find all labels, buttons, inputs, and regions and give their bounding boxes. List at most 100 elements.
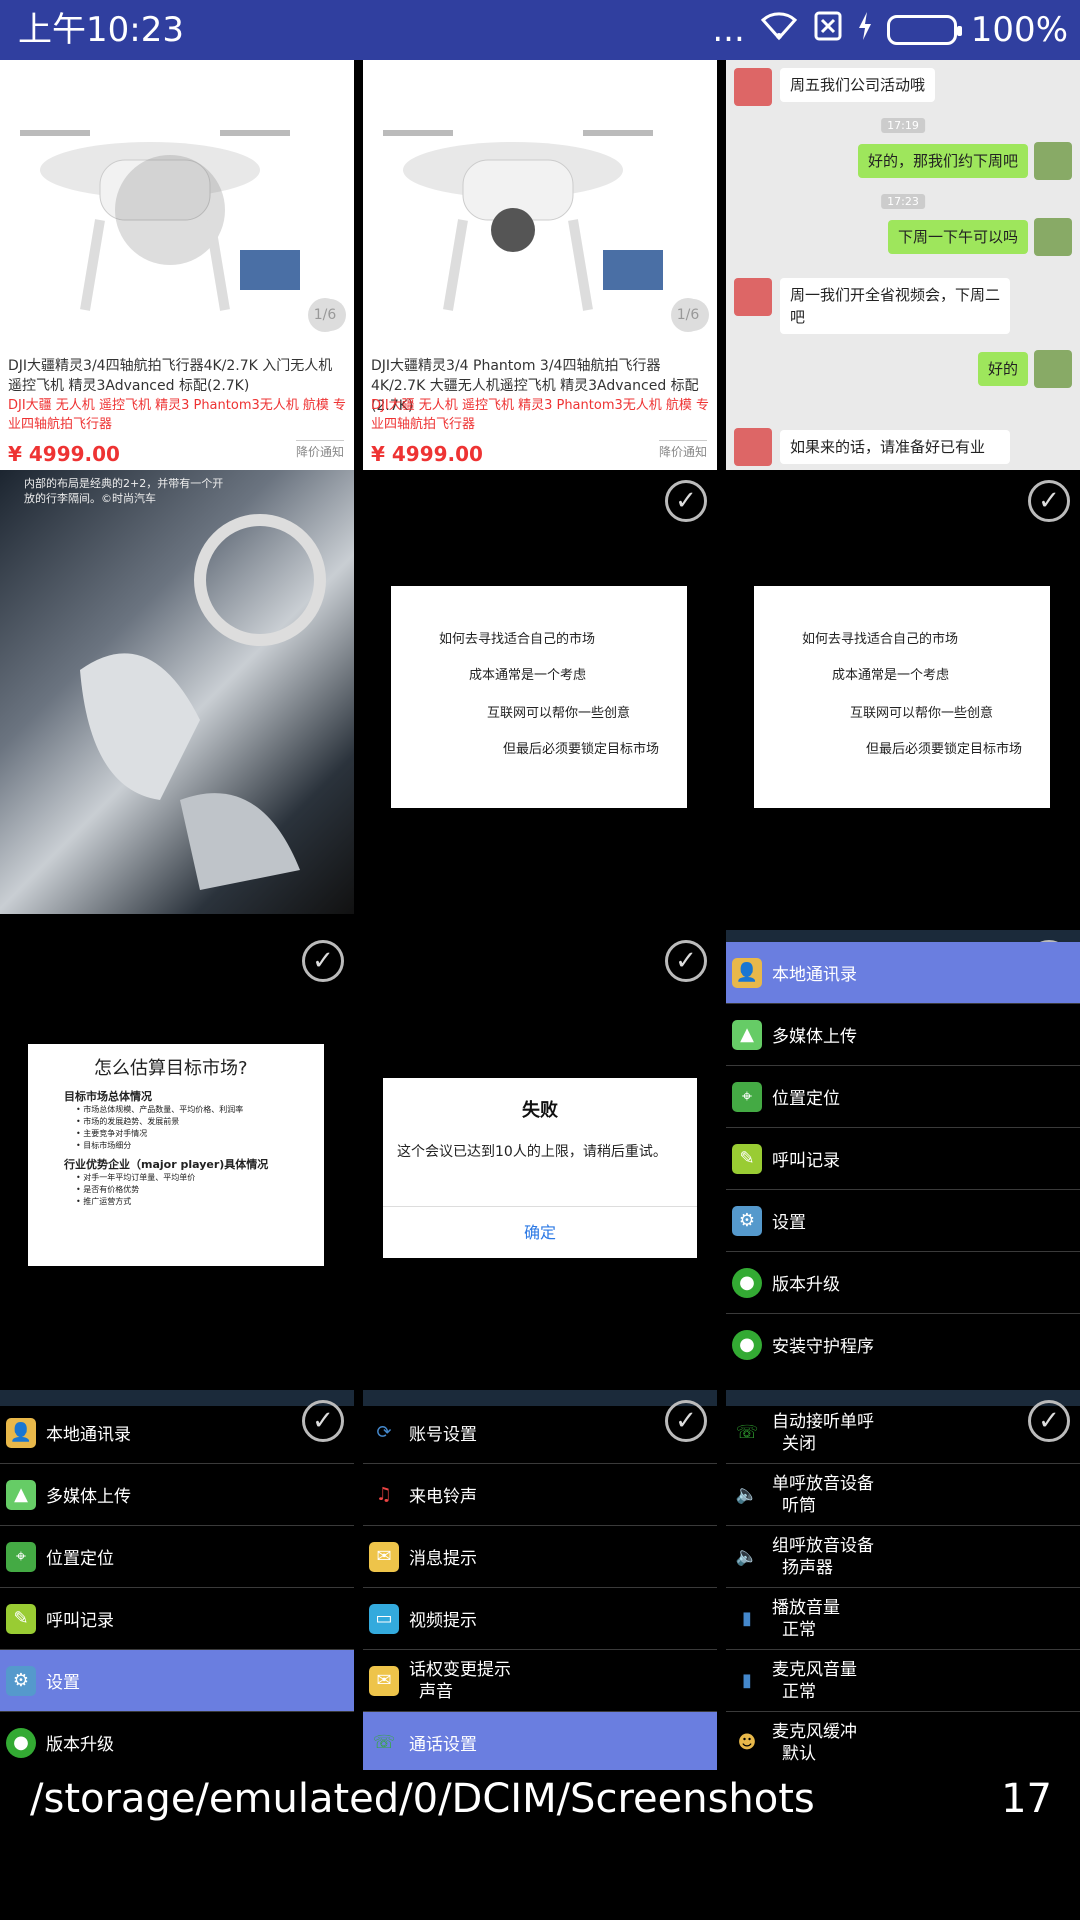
- menu-item-upgrade[interactable]: ● 版本升级: [0, 1712, 354, 1770]
- call-log-icon: ✎: [6, 1603, 36, 1634]
- menu-label: 版本升级: [772, 1275, 840, 1295]
- chat-timestamp: 17:23: [881, 194, 925, 209]
- setting-value: 正常: [782, 1681, 816, 1702]
- thumbnail-dialog[interactable]: ✓ 失败 这个会议已达到10人的上限，请稍后重试。 确定: [363, 930, 717, 1374]
- thumbnail-menu-4[interactable]: ✓ ☏ 自动接听单呼 关闭 🔈 单呼放音设备 听筒 🔈 组呼放音设备 扬声器 ▮ 播放音量 正常…: [726, 1390, 1080, 1770]
- image-count: 17: [1001, 1776, 1052, 1822]
- menu-label: 设置: [772, 1213, 806, 1233]
- thumbnail-slide-1[interactable]: ✓ 如何去寻找适合自己的市场 成本通常是一个考虑 互联网可以帮你一些创意 但最后…: [363, 470, 717, 914]
- menu-item-contacts[interactable]: 👤 本地通讯录: [726, 942, 1080, 1004]
- globe-icon: ●: [732, 1329, 762, 1360]
- setting-label: 麦克风音量: [772, 1659, 857, 1680]
- setting-playback-volume[interactable]: ▮ 播放音量 正常: [726, 1588, 1080, 1650]
- chat-message: 好的: [977, 352, 1028, 386]
- drone-image: [363, 60, 717, 350]
- setting-label: 单呼放音设备: [772, 1473, 874, 1494]
- setting-single-call-output[interactable]: 🔈 单呼放音设备 听筒: [726, 1464, 1080, 1526]
- menu-item-contacts[interactable]: 👤 本地通讯录: [0, 1402, 354, 1464]
- volume-bars-icon: ▮: [742, 1670, 752, 1691]
- menu-item-location[interactable]: ⌖ 位置定位: [0, 1526, 354, 1588]
- avatar: [1034, 142, 1072, 180]
- slide-content: 如何去寻找适合自己的市场 成本通常是一个考虑 互联网可以帮你一些创意 但最后必须…: [754, 586, 1050, 808]
- menu-item-location[interactable]: ⌖ 位置定位: [726, 1066, 1080, 1128]
- select-check-icon[interactable]: ✓: [665, 940, 707, 982]
- menu-item-account[interactable]: ⟳ 账号设置: [363, 1402, 717, 1464]
- thumbnail-menu-3[interactable]: ✓ ⟳ 账号设置 ♫ 来电铃声 ✉ 消息提示 ▭ 视频提示 ✉ 话权变更提示 声音 ☏ 通话设…: [363, 1390, 717, 1770]
- slide-bullet: • 对手一年平均订单量、平均单价: [76, 1173, 196, 1182]
- menu-item-settings[interactable]: ⚙ 设置: [0, 1650, 354, 1712]
- avatar: [734, 68, 772, 106]
- thumbnail-car-interior[interactable]: 内部的布局是经典的2+2，并带有一个开放的行李隔间。©时尚汽车: [0, 470, 354, 914]
- menu-item-upload[interactable]: ▲ 多媒体上传: [726, 1004, 1080, 1066]
- upload-icon: ▲: [6, 1479, 36, 1510]
- slide-line: 如何去寻找适合自己的市场: [802, 632, 959, 647]
- menu-item-video-alert[interactable]: ▭ 视频提示: [363, 1588, 717, 1650]
- contacts-icon: 👤: [732, 957, 762, 988]
- thumbnail-product-1[interactable]: 1/6 DJI大疆精灵3/4四轴航拍飞行器4K/2.7K 入门无人机遥控飞机 精…: [0, 60, 354, 504]
- thumbnail-menu-1[interactable]: ✓ 👤本地通讯录 ▲多媒体上传 ⌖位置定位 ✎呼叫记录 ⚙设置 ●版本升级 ●安…: [726, 930, 1080, 1374]
- thumbnail-slide-2[interactable]: ✓ 如何去寻找适合自己的市场 成本通常是一个考虑 互联网可以帮你一些创意 但最后…: [726, 470, 1080, 914]
- slide-bullet: • 市场总体规模、产品数量、平均价格、利润率: [76, 1105, 244, 1114]
- setting-group-call-output[interactable]: 🔈 组呼放音设备 扬声器: [726, 1526, 1080, 1588]
- chat-message: 周一我们开全省视频会，下周二吧: [780, 278, 1010, 334]
- settings-icon: ⚙: [732, 1205, 762, 1236]
- thumbnail-product-2[interactable]: 1/6 DJI大疆精灵3/4 Phantom 3/4四轴航拍飞行器4K/2.7K…: [363, 60, 717, 504]
- menu-item-call-log[interactable]: ✎ 呼叫记录: [0, 1588, 354, 1650]
- globe-icon: ●: [6, 1727, 36, 1758]
- menu-label: 位置定位: [772, 1089, 840, 1109]
- chat-message: 好的，那我们约下周吧: [857, 144, 1028, 178]
- more-dots-icon: ...: [712, 10, 745, 50]
- avatar: [734, 278, 772, 316]
- thumbnail-slide-3[interactable]: ✓ 怎么估算目标市场? 目标市场总体情况 • 市场总体规模、产品数量、平均价格、…: [0, 930, 354, 1374]
- menu-item-floor-change[interactable]: ✉ 话权变更提示 声音: [363, 1650, 717, 1712]
- menu-item-call-settings[interactable]: ☏ 通话设置: [363, 1712, 717, 1770]
- thumbnail-menu-2[interactable]: ✓ 👤 本地通讯录 ▲ 多媒体上传 ⌖ 位置定位 ✎ 呼叫记录 ⚙ 设置 ● 版本升级: [0, 1390, 354, 1770]
- wifi-icon: [759, 10, 799, 51]
- status-bar: 上午10:23 ... 100%: [0, 0, 1080, 60]
- select-check-icon[interactable]: ✓: [665, 480, 707, 522]
- music-note-icon: ♫: [375, 1484, 393, 1505]
- chat-message: 下周一下午可以吗: [887, 220, 1028, 254]
- slide-bullet: • 主要竞争对手情况: [76, 1129, 148, 1138]
- product-price: ¥ 4999.00: [8, 442, 120, 466]
- setting-auto-answer[interactable]: ☏ 自动接听单呼 关闭: [726, 1402, 1080, 1464]
- menu-label: 呼叫记录: [772, 1151, 840, 1171]
- volume-bars-icon: ▮: [742, 1608, 752, 1629]
- menu-item-upgrade[interactable]: ● 版本升级: [726, 1252, 1080, 1314]
- monitor-icon: ▭: [369, 1603, 399, 1634]
- menu-item-upload[interactable]: ▲ 多媒体上传: [0, 1464, 354, 1526]
- slide-bullet: • 推广运营方式: [76, 1197, 132, 1206]
- select-check-icon[interactable]: ✓: [1028, 480, 1070, 522]
- slide-bullet: • 市场的发展趋势、发展前景: [76, 1117, 180, 1126]
- menu-label: 版本升级: [46, 1735, 114, 1755]
- setting-label: 自动接听单呼: [772, 1411, 874, 1432]
- thumbnail-chat[interactable]: 周五我们公司活动哦 17:19 好的，那我们约下周吧 17:23 下周一下午可以…: [726, 60, 1080, 504]
- slide-bullet: • 目标市场细分: [76, 1141, 132, 1150]
- error-dialog: 失败 这个会议已达到10人的上限，请稍后重试。 确定: [383, 1078, 697, 1258]
- menu-item-install-guard[interactable]: ● 安装守护程序: [726, 1314, 1080, 1374]
- slide-bullet: • 是否有价格优势: [76, 1185, 140, 1194]
- menu-item-message-alert[interactable]: ✉ 消息提示: [363, 1526, 717, 1588]
- dialog-ok-button[interactable]: 确定: [383, 1206, 697, 1258]
- slide-line: 成本通常是一个考虑: [832, 668, 950, 683]
- menu-item-ringtone[interactable]: ♫ 来电铃声: [363, 1464, 717, 1526]
- setting-mic-volume[interactable]: ▮ 麦克风音量 正常: [726, 1650, 1080, 1712]
- no-sim-icon: [813, 10, 843, 51]
- setting-value: 听筒: [782, 1495, 816, 1516]
- menu-label: 视频提示: [409, 1611, 477, 1631]
- slide-title: 怎么估算目标市场?: [94, 1058, 248, 1079]
- slide-line: 成本通常是一个考虑: [469, 668, 587, 683]
- location-icon: ⌖: [732, 1081, 762, 1112]
- menu-item-settings[interactable]: ⚙ 设置: [726, 1190, 1080, 1252]
- battery-icon: [886, 15, 962, 45]
- setting-mic-buffer[interactable]: ☻ 麦克风缓冲 默认: [726, 1712, 1080, 1770]
- menu-label: 设置: [46, 1673, 80, 1693]
- slide-content: 如何去寻找适合自己的市场 成本通常是一个考虑 互联网可以帮你一些创意 但最后必须…: [391, 586, 687, 808]
- menu-label: 多媒体上传: [46, 1487, 131, 1507]
- select-check-icon[interactable]: ✓: [302, 940, 344, 982]
- slide-line: 但最后必须要锁定目标市场: [866, 742, 1023, 757]
- slide-line: 如何去寻找适合自己的市场: [439, 632, 596, 647]
- menu-label: 话权变更提示: [409, 1659, 511, 1680]
- menu-label: 安装守护程序: [772, 1337, 874, 1357]
- menu-item-call-log[interactable]: ✎ 呼叫记录: [726, 1128, 1080, 1190]
